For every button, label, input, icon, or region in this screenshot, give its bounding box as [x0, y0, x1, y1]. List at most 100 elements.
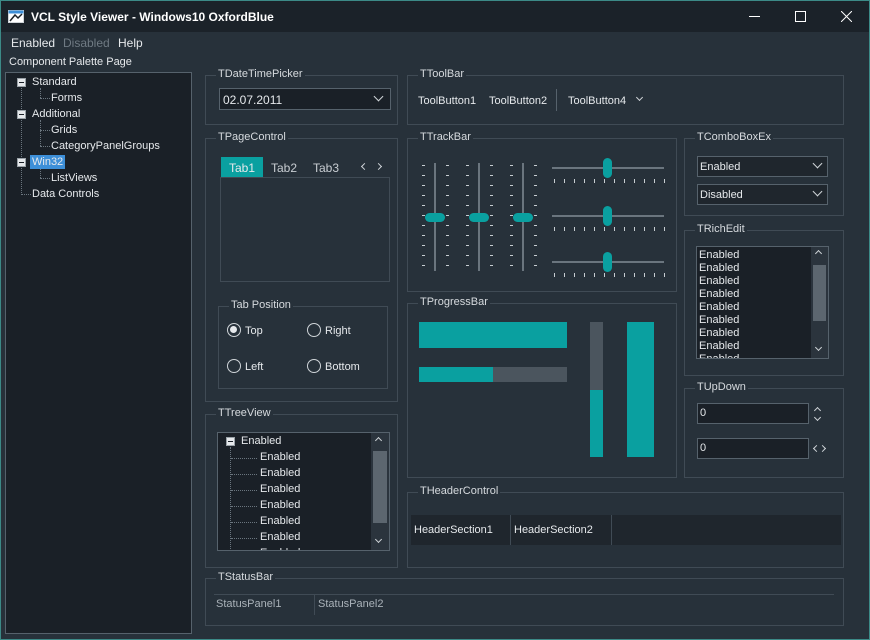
- scrollbar[interactable]: [811, 247, 828, 358]
- tab-3[interactable]: Tab3: [313, 161, 339, 175]
- trackbar-thumb[interactable]: [603, 206, 612, 226]
- trackbar-tick: [534, 225, 537, 226]
- tab-1[interactable]: Tab1: [221, 157, 263, 178]
- trackbar-tick: [422, 255, 425, 256]
- trackbar-tick: [574, 227, 575, 231]
- trackbar-thumb[interactable]: [603, 252, 612, 272]
- tree-child-item[interactable]: Enabled: [260, 451, 300, 463]
- menu-enabled[interactable]: Enabled: [11, 36, 55, 50]
- progress-fill: [627, 322, 654, 457]
- title-bar: VCL Style Viewer - Windows10 OxfordBlue: [1, 1, 869, 32]
- radio-top[interactable]: [227, 323, 241, 337]
- trackbar-thumb[interactable]: [469, 213, 489, 222]
- collapse-standard-icon[interactable]: [17, 78, 26, 87]
- trackbar-thumb[interactable]: [513, 213, 533, 222]
- close-button[interactable]: [823, 1, 869, 32]
- scrollbar[interactable]: [371, 433, 389, 550]
- toolbutton-4[interactable]: ToolButton4: [568, 95, 626, 107]
- trackbar-tick: [510, 205, 513, 206]
- trackbar-tick: [466, 265, 469, 266]
- chevron-down-icon[interactable]: [635, 93, 644, 102]
- tree-item-listviews[interactable]: ListViews: [51, 172, 97, 184]
- maximize-button[interactable]: [777, 1, 823, 32]
- trackbar-tick: [510, 195, 513, 196]
- group-caption: TPageControl: [216, 131, 288, 143]
- header-control: HeaderSection1 HeaderSection2: [411, 515, 841, 545]
- chevron-up-icon[interactable]: [814, 249, 823, 258]
- radio-left-label: Left: [245, 361, 264, 373]
- collapse-additional-icon[interactable]: [17, 110, 26, 119]
- header-section-1[interactable]: HeaderSection1: [411, 515, 511, 545]
- status-divider: [314, 595, 315, 615]
- app-window: VCL Style Viewer - Windows10 OxfordBlue …: [0, 0, 870, 640]
- trackbar-tick: [604, 227, 605, 231]
- trackbar-tick: [634, 273, 635, 277]
- toolbutton-2[interactable]: ToolButton2: [489, 95, 547, 107]
- collapse-win32-icon[interactable]: [17, 158, 26, 167]
- tree-child-item[interactable]: Enabled: [260, 483, 300, 495]
- trackbar-tick: [614, 273, 615, 277]
- tree-item-win32[interactable]: Win32: [30, 155, 66, 169]
- chevron-up-icon[interactable]: [374, 436, 383, 445]
- trackbar-tick: [446, 265, 449, 266]
- chevron-down-icon[interactable]: [374, 535, 383, 544]
- menu-help[interactable]: Help: [118, 36, 143, 50]
- trackbar-tick: [534, 235, 537, 236]
- tree-child-item[interactable]: Enabled: [260, 531, 300, 543]
- radio-right[interactable]: [307, 323, 321, 337]
- tree-root[interactable]: Enabled: [241, 435, 281, 447]
- radio-bottom-label: Bottom: [325, 361, 360, 373]
- tree-item-forms[interactable]: Forms: [51, 92, 82, 104]
- palette-caption: Component Palette Page: [9, 56, 132, 68]
- trackbar-tick: [446, 245, 449, 246]
- tab-2[interactable]: Tab2: [271, 161, 297, 175]
- datetimepicker-group: TDateTimePicker 02.07.2011: [205, 68, 398, 125]
- tree-child-item[interactable]: Enabled: [260, 515, 300, 527]
- trackbar-tick: [490, 235, 493, 236]
- tree-child-item[interactable]: Enabled: [260, 467, 300, 479]
- progressbar-vertical-1: [590, 322, 603, 457]
- updown-edit-1[interactable]: 0: [697, 403, 809, 424]
- tree-connector: [231, 458, 257, 459]
- tree-child-item[interactable]: Enabled: [260, 499, 300, 511]
- minimize-button[interactable]: [731, 1, 777, 32]
- richedit-line: Enabled: [699, 249, 740, 261]
- treeview[interactable]: Enabled Enabled Enabled Enabled Enabled Enab…: [217, 432, 390, 551]
- trackbar-thumb[interactable]: [425, 213, 445, 222]
- group-caption: TStatusBar: [216, 571, 276, 583]
- radio-left[interactable]: [227, 359, 241, 373]
- toolbutton-1[interactable]: ToolButton1: [418, 95, 476, 107]
- menu-disabled[interactable]: Disabled: [63, 36, 110, 50]
- app-icon: [8, 10, 24, 23]
- tree-item-categorypanelgroups[interactable]: CategoryPanelGroups: [51, 140, 160, 152]
- tree-item-additional[interactable]: Additional: [32, 108, 80, 120]
- combobox-disabled[interactable]: Disabled: [697, 184, 828, 205]
- scroll-thumb[interactable]: [813, 265, 826, 321]
- scroll-thumb[interactable]: [373, 451, 387, 523]
- palette-tree[interactable]: Standard Forms Additional Grids Category…: [5, 72, 192, 634]
- chevron-down-icon[interactable]: [814, 343, 823, 352]
- chevron-right-icon[interactable]: [374, 162, 383, 171]
- tree-child-item[interactable]: Enabled: [260, 547, 300, 550]
- trackbar-thumb[interactable]: [603, 158, 612, 178]
- combobox-enabled[interactable]: Enabled: [697, 156, 828, 177]
- collapse-icon[interactable]: [226, 437, 235, 446]
- tree-item-data-controls[interactable]: Data Controls: [32, 188, 99, 200]
- trackbar-tick: [564, 179, 565, 183]
- chevron-down-icon[interactable]: [813, 413, 822, 422]
- tree-item-grids[interactable]: Grids: [51, 124, 77, 136]
- chevron-right-icon[interactable]: [818, 444, 827, 453]
- group-caption: TRichEdit: [695, 223, 747, 235]
- richedit[interactable]: Enabled Enabled Enabled Enabled Enabled Enabl…: [696, 246, 829, 359]
- trackbar-tick: [446, 215, 449, 216]
- updown-edit-2[interactable]: 0: [697, 438, 809, 459]
- header-section-2[interactable]: HeaderSection2: [511, 515, 612, 545]
- radio-bottom[interactable]: [307, 359, 321, 373]
- group-caption: Tab Position: [229, 299, 293, 311]
- tree-item-standard[interactable]: Standard: [32, 76, 77, 88]
- date-picker[interactable]: 02.07.2011: [219, 88, 391, 110]
- chevron-left-icon[interactable]: [360, 162, 369, 171]
- progress-fill: [419, 322, 567, 348]
- treeview-group: TTreeView Enabled Enabled Enabled Enabled E…: [205, 407, 398, 568]
- progressbar-1: [419, 322, 567, 348]
